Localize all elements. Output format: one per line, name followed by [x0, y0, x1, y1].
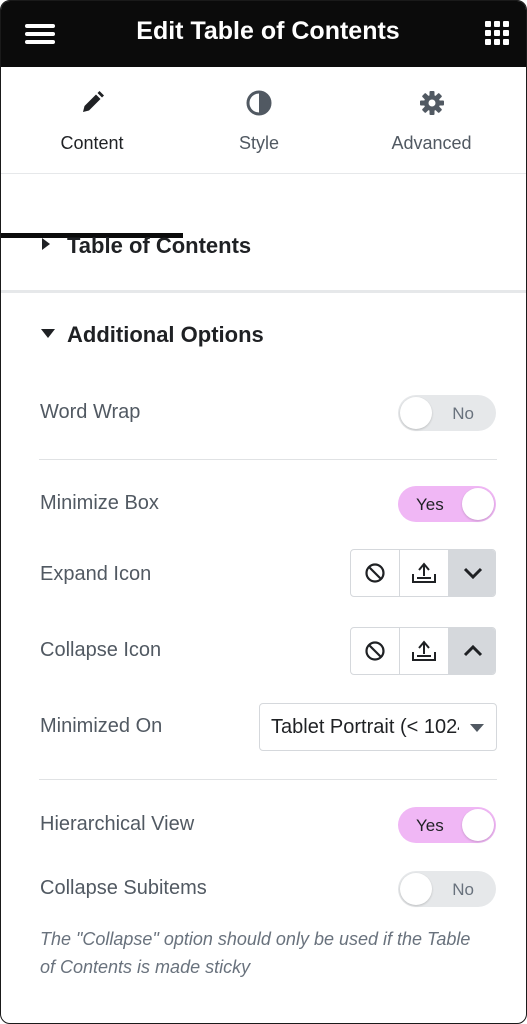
section-divider: [1, 290, 526, 293]
separator: [39, 459, 497, 460]
toggle-state: Yes: [416, 495, 444, 514]
ban-icon: [365, 563, 385, 583]
no-icon-button[interactable]: [351, 628, 400, 674]
pencil-icon: [83, 91, 104, 112]
minimized-on-label: Minimized On: [40, 715, 163, 737]
toggle-knob: [400, 873, 432, 905]
section-title: Additional Options: [67, 322, 264, 347]
chevron-down-icon: [463, 567, 483, 579]
help-note: The "Collapse" option should only be use…: [40, 929, 471, 977]
minimized-on-select[interactable]: Tablet Portrait (< 1024px): [259, 703, 497, 751]
word-wrap-toggle[interactable]: No: [398, 395, 496, 431]
minimize-box-toggle[interactable]: Yes: [398, 486, 496, 522]
minimize-box-label: Minimize Box: [40, 492, 159, 514]
tab-content-label: Content: [60, 133, 124, 153]
apps-grid-icon[interactable]: [485, 21, 509, 45]
panel-tabs: Content Style Advanced: [1, 67, 526, 238]
toggle-knob: [462, 488, 494, 520]
section-title: Table of Contents: [67, 233, 252, 258]
toggle-knob: [462, 809, 494, 841]
section-table-of-contents[interactable]: Table of Contents: [1, 209, 526, 279]
toggle-state: Yes: [416, 816, 444, 835]
hierarchical-view-label: Hierarchical View: [40, 813, 195, 835]
tab-advanced-label: Advanced: [391, 133, 472, 153]
upload-svg-button[interactable]: [400, 550, 449, 596]
expand-icon-label: Expand Icon: [40, 563, 152, 585]
panel-header: Edit Table of Contents: [1, 1, 526, 67]
tab-content[interactable]: Content: [1, 67, 183, 173]
collapse-icon-picker: [350, 627, 496, 675]
word-wrap-label: Word Wrap: [40, 401, 141, 423]
ban-icon: [365, 641, 385, 661]
upload-svg-button[interactable]: [400, 628, 449, 674]
expand-icon-picker: [350, 549, 496, 597]
panel-title: Edit Table of Contents: [136, 17, 400, 45]
collapse-subitems-toggle[interactable]: No: [398, 871, 496, 907]
hamburger-menu-icon[interactable]: [25, 24, 55, 44]
icon-library-button[interactable]: [449, 628, 495, 674]
upload-icon: [412, 640, 436, 661]
toggle-state: No: [452, 404, 474, 423]
no-icon-button[interactable]: [351, 550, 400, 596]
editor-panel: Edit Table of Contents Content Style Adv…: [0, 0, 527, 1024]
tab-advanced[interactable]: Advanced: [335, 67, 526, 173]
icon-library-button[interactable]: [449, 550, 495, 596]
separator: [39, 779, 497, 780]
hierarchical-view-toggle[interactable]: Yes: [398, 807, 496, 843]
toggle-state: No: [452, 880, 474, 899]
half-circle-contrast-icon: [246, 90, 272, 116]
dropdown-arrow-icon: [470, 724, 484, 732]
tab-style-label: Style: [238, 133, 280, 153]
collapse-icon-label: Collapse Icon: [40, 639, 162, 661]
upload-icon: [412, 562, 436, 583]
chevron-up-icon: [463, 645, 483, 657]
collapse-subitems-label: Collapse Subitems: [40, 877, 207, 899]
gear-icon: [419, 91, 444, 115]
caret-down-icon: [41, 329, 55, 338]
section-additional-options[interactable]: Additional Options: [1, 299, 526, 369]
caret-right-icon: [42, 238, 50, 250]
select-value: Tablet Portrait (< 1024px): [271, 716, 459, 738]
tab-style[interactable]: Style: [183, 67, 335, 173]
toggle-knob: [400, 397, 432, 429]
